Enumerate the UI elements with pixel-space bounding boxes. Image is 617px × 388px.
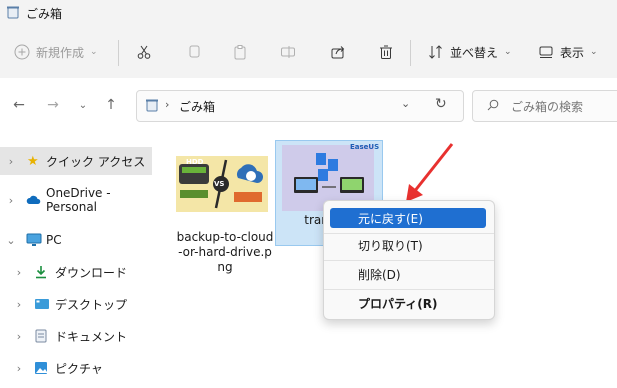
chevron-right-icon[interactable]: › xyxy=(14,362,24,375)
new-label: 新規作成 xyxy=(36,45,85,60)
view-button[interactable]: 表示 ⌄ xyxy=(538,36,598,68)
monitor-icon xyxy=(26,233,42,246)
file-name-line: ng xyxy=(217,260,233,274)
nav-item-documents[interactable]: › ドキュメント xyxy=(0,322,152,350)
toolbar-divider xyxy=(118,40,119,66)
plus-circle-icon xyxy=(14,44,30,60)
breadcrumb-separator-icon: › xyxy=(165,98,170,111)
scissors-icon xyxy=(137,45,151,59)
arrow-right-icon: → xyxy=(47,97,59,113)
recycle-bin-icon xyxy=(146,99,158,112)
red-arrow-annotation xyxy=(406,143,454,202)
paste-icon xyxy=(234,45,246,60)
share-button[interactable] xyxy=(330,36,346,68)
chevron-right-icon[interactable]: › xyxy=(6,155,16,168)
menu-item-restore[interactable]: 元に戻す(E) xyxy=(330,208,486,228)
star-icon: ★ xyxy=(27,153,39,169)
rename-button[interactable] xyxy=(280,36,296,68)
chevron-down-icon: ⌄ xyxy=(504,47,512,57)
thumbnail-brand-text: EaseUS xyxy=(350,143,380,151)
navigation-pane: › ★ クイック アクセス › OneDrive - Personal ⌄ PC… xyxy=(0,134,155,388)
chevron-down-icon: ⌄ xyxy=(590,47,598,57)
sort-button[interactable]: 並べ替え ⌄ xyxy=(428,36,512,68)
up-button[interactable]: ↑ xyxy=(100,94,122,116)
share-icon xyxy=(331,46,345,59)
search-icon xyxy=(487,99,499,111)
chevron-right-icon[interactable]: › xyxy=(14,266,24,279)
search-box[interactable]: ごみ箱の検索 xyxy=(472,90,617,122)
copy-icon xyxy=(189,45,200,58)
nav-label: デスクトップ xyxy=(55,297,128,312)
file-name-line: -or-hard-drive.p xyxy=(178,245,272,259)
paste-button[interactable] xyxy=(232,36,248,68)
view-icon xyxy=(539,46,553,58)
menu-item-label: プロパティ(R) xyxy=(358,296,438,311)
menu-item-delete[interactable]: 削除(D) xyxy=(330,264,486,284)
arrow-up-icon: ↑ xyxy=(105,97,117,113)
new-button[interactable]: 新規作成 ⌄ xyxy=(14,36,98,68)
menu-separator xyxy=(324,260,494,261)
chevron-right-icon[interactable]: › xyxy=(6,194,16,207)
title-bar: ごみ箱 xyxy=(0,0,617,26)
nav-item-onedrive[interactable]: › OneDrive - Personal xyxy=(0,186,155,214)
search-placeholder: ごみ箱の検索 xyxy=(511,100,584,114)
nav-item-pc[interactable]: ⌄ PC xyxy=(0,226,152,254)
arrow-left-icon: ← xyxy=(13,97,25,113)
rename-icon xyxy=(281,46,295,58)
nav-label: ダウンロード xyxy=(55,265,128,280)
chevron-down-icon: ⌄ xyxy=(90,47,98,57)
nav-item-pictures[interactable]: › ピクチャ xyxy=(0,354,152,382)
window-title: ごみ箱 xyxy=(26,7,63,21)
refresh-icon[interactable]: ↻ xyxy=(435,96,447,112)
cut-button[interactable] xyxy=(136,36,152,68)
address-bar[interactable]: › ごみ箱 ⌄ ↻ xyxy=(136,90,464,122)
nav-label: PC xyxy=(46,233,62,247)
recent-locations-button[interactable]: ⌄ xyxy=(72,94,94,116)
menu-item-cut[interactable]: 切り取り(T) xyxy=(330,235,486,255)
view-label: 表示 xyxy=(560,45,585,60)
menu-item-label: 削除(D) xyxy=(358,267,401,282)
file-item[interactable]: HDD VS backup-to-cloud -or-hard-drive.p … xyxy=(172,154,278,274)
forward-button[interactable]: → xyxy=(42,94,64,116)
command-bar: 新規作成 ⌄ 並べ替え ⌄ 表示 ⌄ xyxy=(0,26,617,78)
menu-separator xyxy=(324,289,494,290)
chevron-right-icon[interactable]: › xyxy=(14,298,24,311)
file-name: backup-to-cloud -or-hard-drive.p ng xyxy=(172,230,278,275)
menu-item-properties[interactable]: プロパティ(R) xyxy=(330,293,486,313)
address-row: ← → ⌄ ↑ › ごみ箱 ⌄ ↻ ごみ箱の検索 xyxy=(0,78,617,134)
toolbar-divider xyxy=(410,40,411,66)
sort-icon xyxy=(429,45,442,59)
desktop-icon xyxy=(35,299,49,309)
cloud-icon xyxy=(26,195,41,204)
file-name-line: backup-to-cloud xyxy=(176,230,274,244)
nav-item-desktop[interactable]: › デスクトップ xyxy=(0,290,152,318)
menu-item-label: 元に戻す(E) xyxy=(358,211,423,226)
back-button[interactable]: ← xyxy=(8,94,30,116)
pictures-icon xyxy=(35,362,47,374)
nav-label: クイック アクセス xyxy=(46,154,146,169)
nav-item-downloads[interactable]: › ダウンロード xyxy=(0,258,152,286)
menu-item-label: 切り取り(T) xyxy=(358,238,423,253)
thumbnail-vs-text: VS xyxy=(214,180,225,188)
trash-icon xyxy=(380,45,392,59)
address-history-dropdown[interactable]: ⌄ xyxy=(401,97,410,110)
delete-button[interactable] xyxy=(378,36,394,68)
chevron-down-icon[interactable]: ⌄ xyxy=(6,234,16,247)
menu-separator xyxy=(324,233,494,234)
document-icon xyxy=(35,329,47,343)
nav-label: ピクチャ xyxy=(55,361,103,376)
copy-button[interactable] xyxy=(186,36,202,68)
chevron-down-icon: ⌄ xyxy=(78,99,88,111)
thumbnail-hdd-text: HDD xyxy=(186,158,204,166)
sort-label: 並べ替え xyxy=(450,45,499,60)
download-icon xyxy=(36,266,46,279)
context-menu: 元に戻す(E) 切り取り(T) 削除(D) プロパティ(R) xyxy=(323,200,495,320)
chevron-right-icon[interactable]: › xyxy=(14,330,24,343)
recycle-bin-icon xyxy=(7,6,19,19)
breadcrumb-current[interactable]: ごみ箱 xyxy=(179,98,215,115)
nav-item-quick-access[interactable]: › ★ クイック アクセス xyxy=(0,147,152,175)
nav-label: OneDrive - Personal xyxy=(46,186,111,214)
nav-label: ドキュメント xyxy=(55,329,128,344)
